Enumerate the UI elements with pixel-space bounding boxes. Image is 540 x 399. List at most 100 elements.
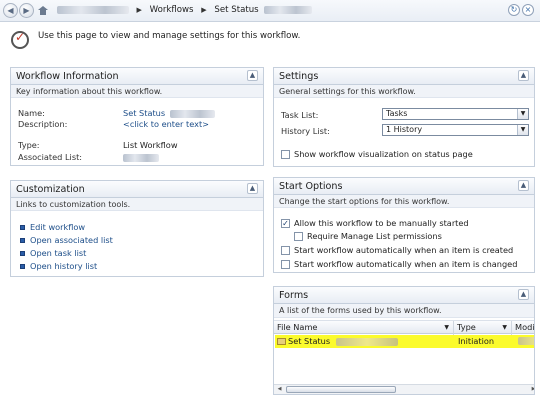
panel-title: Start Options xyxy=(279,181,343,192)
back-arrow-icon[interactable]: ◀ xyxy=(3,3,18,18)
customization-panel: Customization ▲ Links to customization t… xyxy=(10,180,264,277)
column-modified[interactable]: Modifie xyxy=(512,321,535,335)
column-label: Type xyxy=(457,322,476,332)
collapse-icon[interactable]: ▲ xyxy=(518,180,529,191)
scrollbar-thumb[interactable] xyxy=(286,386,396,393)
history-list-select[interactable]: 1 History ▼ xyxy=(382,124,529,136)
name-redacted xyxy=(169,109,215,118)
settings-panel: Settings ▲ General settings for this wor… xyxy=(273,67,535,167)
column-file-name[interactable]: File Name ▼ xyxy=(274,321,454,335)
scroll-right-icon[interactable]: ▶ xyxy=(529,386,534,393)
start-created-option[interactable]: Start workflow automatically when an ite… xyxy=(281,245,513,255)
panel-subtitle: Links to customization tools. xyxy=(11,198,263,211)
workflow-settings-icon xyxy=(11,30,29,49)
collapse-icon[interactable]: ▲ xyxy=(247,70,258,81)
allow-manual-checkbox[interactable]: ✓ xyxy=(281,219,290,228)
bullet-icon xyxy=(20,264,25,269)
panel-header: Workflow Information ▲ xyxy=(11,68,263,85)
associated-list-value xyxy=(123,152,159,162)
require-manage-option[interactable]: Require Manage List permissions xyxy=(294,231,442,241)
scroll-left-icon[interactable]: ◀ xyxy=(275,386,284,393)
chevron-down-icon[interactable]: ▼ xyxy=(502,321,507,334)
require-manage-label: Require Manage List permissions xyxy=(307,231,442,241)
panel-subtitle: A list of the forms used by this workflo… xyxy=(274,304,534,318)
description-edit-link[interactable]: <click to enter text> xyxy=(123,119,209,129)
panel-header: Start Options ▲ xyxy=(274,178,534,195)
breadcrumb-separator: ▶ xyxy=(201,6,207,14)
panel-title: Forms xyxy=(279,290,309,301)
column-label: File Name xyxy=(277,322,318,332)
home-icon[interactable] xyxy=(38,5,48,15)
workflow-information-panel: Workflow Information ▲ Key information a… xyxy=(10,67,264,166)
file-name-redacted xyxy=(335,337,398,346)
start-changed-option[interactable]: Start workflow automatically when an ite… xyxy=(281,259,517,269)
bullet-icon xyxy=(20,251,25,256)
breadcrumb-set-status: Set Status xyxy=(214,5,259,15)
collapse-icon[interactable]: ▲ xyxy=(518,289,529,300)
page-intro: Use this page to view and manage setting… xyxy=(38,31,301,41)
refresh-icon[interactable]: ↻ xyxy=(508,4,520,16)
row-type: Initiation xyxy=(458,336,495,346)
link-label[interactable]: Edit workflow xyxy=(30,222,85,232)
breadcrumb-workflows[interactable]: Workflows xyxy=(150,5,194,15)
bullet-icon xyxy=(20,238,25,243)
show-visualization-checkbox[interactable] xyxy=(281,150,290,159)
panel-subtitle: Change the start options for this workfl… xyxy=(274,195,534,208)
breadcrumb: ▶ Workflows ▶ Set Status xyxy=(38,5,313,16)
panel-header: Forms ▲ xyxy=(274,287,534,304)
forms-grid-header: File Name ▼ Type ▼ Modifie xyxy=(274,320,535,335)
task-list-value: Tasks xyxy=(386,109,408,118)
forms-panel: Forms ▲ A list of the forms used by this… xyxy=(273,286,535,395)
show-visualization-label: Show workflow visualization on status pa… xyxy=(294,149,473,159)
link-label[interactable]: Open associated list xyxy=(30,235,113,245)
breadcrumb-separator: ▶ xyxy=(136,6,142,14)
table-row[interactable]: Set Status Initiation xyxy=(275,335,534,348)
stop-icon[interactable]: × xyxy=(522,4,534,16)
panel-subtitle: General settings for this workflow. xyxy=(274,85,534,98)
start-changed-label: Start workflow automatically when an ite… xyxy=(294,259,518,269)
modified-redacted xyxy=(518,337,534,345)
start-created-checkbox[interactable] xyxy=(281,246,290,255)
panel-title: Workflow Information xyxy=(16,71,119,82)
row-file-name[interactable]: Set Status xyxy=(288,336,330,346)
link-open-associated-list[interactable]: Open associated list xyxy=(20,235,113,245)
history-list-value: 1 History xyxy=(386,125,423,134)
breadcrumb-redacted xyxy=(264,6,313,14)
allow-manual-option[interactable]: ✓ Allow this workflow to be manually star… xyxy=(281,218,469,228)
panel-subtitle: Key information about this workflow. xyxy=(11,85,263,98)
link-open-history-list[interactable]: Open history list xyxy=(20,261,97,271)
type-label: Type: xyxy=(18,140,40,150)
require-manage-checkbox[interactable] xyxy=(294,232,303,241)
link-edit-workflow[interactable]: Edit workflow xyxy=(20,222,85,232)
history-list-label: History List: xyxy=(281,126,330,136)
allow-manual-label: Allow this workflow to be manually start… xyxy=(294,218,469,228)
bullet-icon xyxy=(20,225,25,230)
link-label[interactable]: Open history list xyxy=(30,261,97,271)
panel-header: Customization ▲ xyxy=(11,181,263,198)
column-label: Modifie xyxy=(515,322,535,332)
associated-list-label: Associated List: xyxy=(18,152,83,162)
column-type[interactable]: Type ▼ xyxy=(454,321,512,335)
collapse-icon[interactable]: ▲ xyxy=(518,70,529,81)
panel-title: Settings xyxy=(279,71,319,82)
show-visualization-option[interactable]: Show workflow visualization on status pa… xyxy=(281,149,473,159)
collapse-icon[interactable]: ▲ xyxy=(247,183,258,194)
chevron-down-icon[interactable]: ▼ xyxy=(517,109,528,119)
start-created-label: Start workflow automatically when an ite… xyxy=(294,245,514,255)
type-value: List Workflow xyxy=(123,140,178,150)
breadcrumb-site-redacted[interactable] xyxy=(56,6,129,14)
name-label: Name: xyxy=(18,108,45,118)
chevron-down-icon[interactable]: ▼ xyxy=(517,125,528,135)
link-open-task-list[interactable]: Open task list xyxy=(20,248,86,258)
forward-arrow-icon[interactable]: ▶ xyxy=(19,3,34,18)
name-link[interactable]: Set Status xyxy=(123,108,165,118)
link-label[interactable]: Open task list xyxy=(30,248,86,258)
horizontal-scrollbar[interactable]: ◀ ▶ xyxy=(274,384,534,394)
chevron-down-icon[interactable]: ▼ xyxy=(444,321,449,334)
name-value: Set Status xyxy=(123,108,215,118)
task-list-label: Task List: xyxy=(281,110,319,120)
panel-header: Settings ▲ xyxy=(274,68,534,85)
start-changed-checkbox[interactable] xyxy=(281,260,290,269)
description-label: Description: xyxy=(18,119,68,129)
task-list-select[interactable]: Tasks ▼ xyxy=(382,108,529,120)
